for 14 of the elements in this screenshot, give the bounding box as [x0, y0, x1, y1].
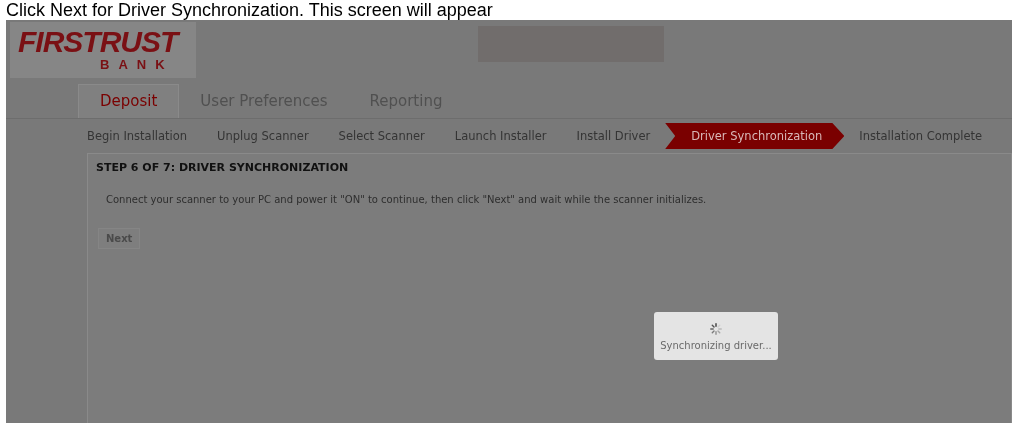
wizard-step: Driver Synchronization [665, 123, 845, 149]
wizard-step: Unplug Scanner [202, 123, 324, 149]
instructions-text: Connect your scanner to your PC and power it "ON" to continue, then click "Next" and wait while the scanner initializes. [106, 194, 708, 205]
wizard-step: Begin Installation [87, 123, 203, 149]
wizard-step: Select Scanner [323, 123, 440, 149]
step-title: STEP 6 OF 7: DRIVER SYNCHRONIZATION [96, 161, 350, 174]
wizard-step: Launch Installer [439, 123, 562, 149]
wizard-step: Installation Complete [844, 123, 998, 149]
wizard-step: Install Driver [561, 123, 666, 149]
nav-tab[interactable]: Deposit [78, 84, 180, 118]
bank-logo: FIRSTRUST BANK [10, 22, 196, 78]
loading-message: Synchronizing driver... [660, 339, 772, 351]
spinner-icon [709, 321, 723, 336]
caption-text: Click Next for Driver Synchronization. This screen will appear [5, 0, 494, 20]
